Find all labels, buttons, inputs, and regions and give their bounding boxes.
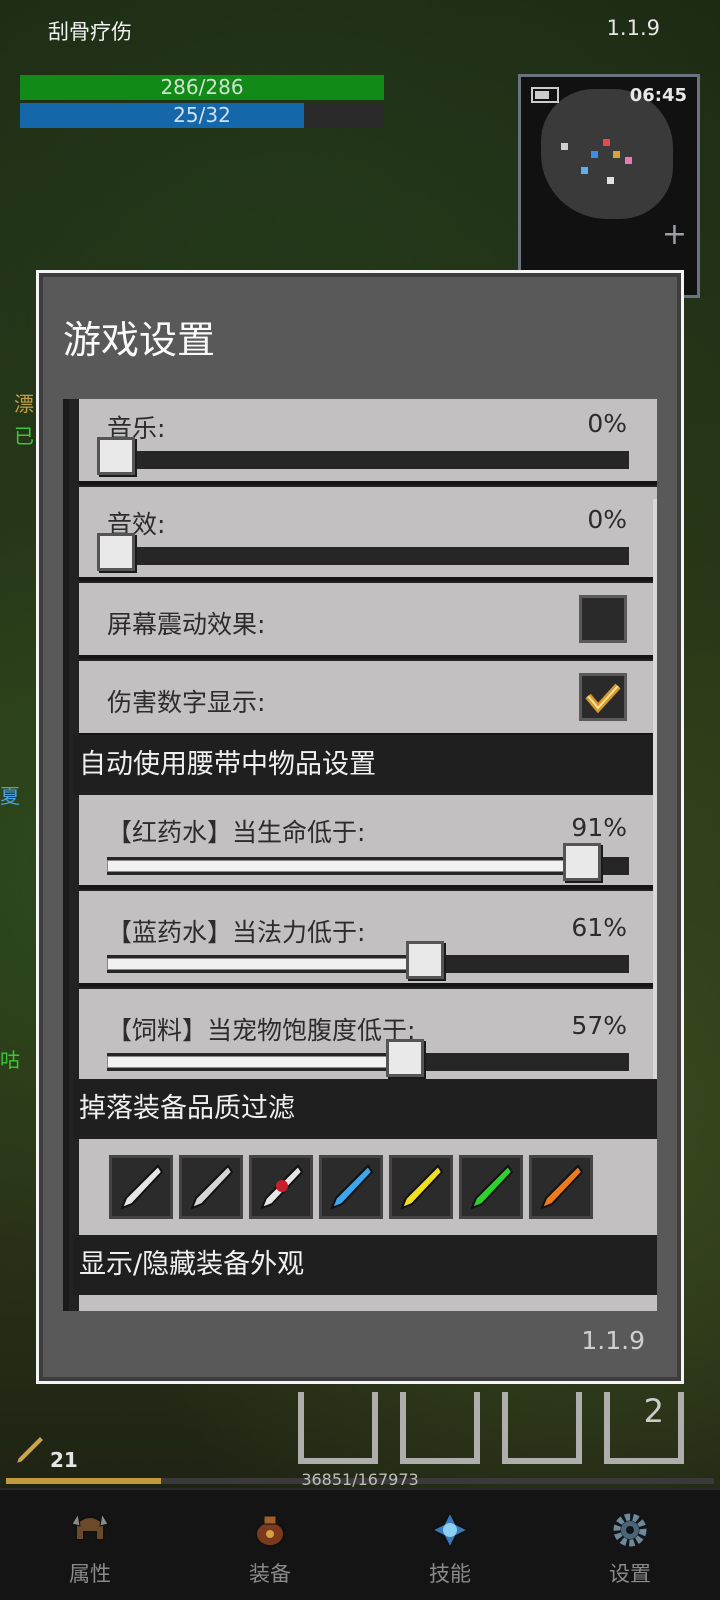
red-potion-setting: 【红药水】当生命低于: 91% [79,795,657,889]
red-potion-label: 【红药水】当生命低于: [107,818,366,847]
quality-filter-green[interactable] [459,1155,523,1219]
mp-text: 25/32 [173,103,231,127]
pet-feed-slider-knob[interactable] [385,1039,424,1077]
quick-slot-badge: 2 [643,1392,664,1430]
blue-potion-setting: 【蓝药水】当法力低于: 61% [79,891,657,987]
settings-dialog: 游戏设置 音乐: 0% 音效: 0% 屏幕震动效果: 伤害数字显示: 自动使用腰… [36,270,684,1384]
checkmark-icon [585,683,621,714]
damage-number-checkbox[interactable] [579,673,627,721]
damage-number-label: 伤害数字显示: [107,688,266,717]
nav-attributes-label: 属性 [69,1562,111,1586]
gear-icon [613,1513,647,1547]
minimap-cave [541,89,673,219]
skill-status-title: 刮骨疗伤 [48,20,132,44]
nav-equipment[interactable]: 装备 [180,1490,360,1600]
green-feather-icon [470,1164,514,1210]
side-log-3: 夏 [0,784,20,808]
drop-filter-section-header: 掉落装备品质过滤 [73,1079,657,1139]
settings-scroll-area[interactable]: 音乐: 0% 音效: 0% 屏幕震动效果: 伤害数字显示: 自动使用腰带中物品设… [63,399,657,1311]
quality-filter-magic[interactable] [249,1155,313,1219]
bottom-nav: 属性 装备 技能 设置 [0,1488,720,1600]
hp-bar: 286/286 [20,75,384,100]
music-slider-knob[interactable] [97,437,135,475]
nav-equipment-label: 装备 [249,1562,291,1586]
screen-shake-setting: 屏幕震动效果: [79,583,657,659]
pet-feed-slider[interactable] [107,1039,629,1077]
blue-potion-slider-knob[interactable] [406,941,445,979]
quality-filter-orange[interactable] [529,1155,593,1219]
nav-skills[interactable]: 技能 [360,1490,540,1600]
hud-version: 1.1.9 [606,16,660,40]
dialog-title: 游戏设置 [63,318,216,362]
pet-feed-value: 57% [571,1011,627,1040]
blue-potion-value: 61% [571,913,627,942]
nav-skills-label: 技能 [429,1562,471,1586]
side-log-2: 已 [14,424,34,448]
minimap-expand-icon[interactable]: + [662,217,687,252]
feather-level-icon [14,1434,46,1466]
nav-settings[interactable]: 设置 [540,1490,720,1600]
side-log-1: 漂 [14,392,34,416]
sfx-setting: 音效: 0% [79,487,657,581]
quality-filter-row [79,1139,657,1235]
music-slider[interactable] [97,437,629,475]
nav-attributes[interactable]: 属性 [0,1490,180,1600]
battery-icon [531,87,559,103]
skill-orb-icon [430,1510,470,1550]
red-potion-value: 91% [571,813,627,842]
red-gem-feather-icon [260,1164,304,1210]
mp-bar: 25/32 [20,103,384,128]
sfx-slider[interactable] [97,533,629,571]
exp-text: 36851/167973 [301,1470,419,1489]
music-setting: 音乐: 0% [79,399,657,485]
blue-potion-slider[interactable] [107,941,629,979]
white-feather-icon [120,1164,164,1210]
orange-feather-icon [540,1164,584,1210]
quality-filter-grey[interactable] [179,1155,243,1219]
sfx-slider-knob[interactable] [97,533,135,571]
clock: 06:45 [629,85,687,106]
bag-icon [255,1515,285,1547]
dialog-version: 1.1.9 [581,1326,645,1355]
yellow-feather-icon [400,1164,444,1210]
screen-shake-checkbox[interactable] [579,595,627,643]
red-potion-slider-knob[interactable] [563,843,602,881]
music-value: 0% [587,409,627,438]
player-level: 21 [50,1448,78,1472]
nav-settings-label: 设置 [609,1562,651,1586]
blue-potion-label: 【蓝药水】当法力低于: [107,918,366,947]
quick-slot-3[interactable] [502,1392,582,1464]
pet-feed-label: 【饲料】当宠物饱腹度低于: [107,1016,416,1045]
quick-slot-4[interactable]: 2 [604,1392,684,1464]
quality-filter-blue[interactable] [319,1155,383,1219]
screen-shake-label: 屏幕震动效果: [107,610,266,639]
sfx-value: 0% [587,505,627,534]
quality-filter-white[interactable] [109,1155,173,1219]
helmet-icon [71,1512,109,1541]
auto-use-section-header: 自动使用腰带中物品设置 [73,735,657,795]
hp-text: 286/286 [160,75,244,99]
quality-filter-yellow[interactable] [389,1155,453,1219]
pet-feed-setting: 【饲料】当宠物饱腹度低于: 57% [79,989,657,1085]
side-log-4: 咕 [0,1048,20,1072]
damage-number-setting: 伤害数字显示: [79,661,657,737]
appearance-section-header: 显示/隐藏装备外观 [73,1235,657,1295]
minimap[interactable]: 06:45 + [518,74,700,298]
white-feather-icon [190,1164,234,1210]
scrollbar[interactable] [653,499,657,1079]
blue-feather-icon [330,1164,374,1210]
quick-slot-1[interactable] [298,1392,378,1464]
appearance-setting [79,1295,657,1311]
red-potion-slider[interactable] [107,843,629,881]
quick-slot-2[interactable] [400,1392,480,1464]
